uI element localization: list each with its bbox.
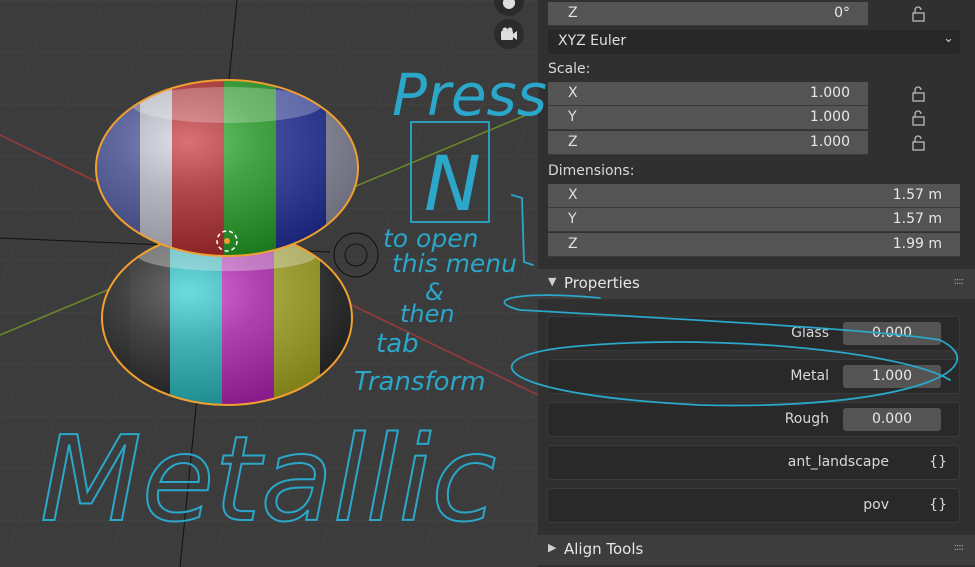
scale-z-field[interactable]: Z 1.000 <box>548 131 868 155</box>
dimension-y-value: 1.57 m <box>892 211 942 227</box>
viewport-scene <box>0 0 538 567</box>
drag-grip-icon[interactable]: :::: <box>954 276 965 287</box>
property-pov[interactable]: pov {} <box>547 488 960 523</box>
expand-arrow-icon: ▶ <box>548 541 557 554</box>
scale-x-value: 1.000 <box>809 85 850 101</box>
dimensions-label: Dimensions: <box>548 163 635 179</box>
dimension-z-field[interactable]: Z 1.99 m <box>548 233 960 257</box>
axis-label: X <box>568 85 578 101</box>
property-rough: Rough 0.000 <box>547 402 960 437</box>
scale-y-value: 1.000 <box>809 109 850 125</box>
axis-label: Z <box>568 5 578 21</box>
lock-icon[interactable] <box>911 135 929 151</box>
dimension-x-value: 1.57 m <box>892 187 942 203</box>
align-tools-panel-header[interactable]: ▶ Align Tools :::: <box>538 535 975 565</box>
axis-label: Z <box>568 236 578 252</box>
chevron-down-icon: ⌄ <box>943 31 954 46</box>
scale-label: Scale: <box>548 61 591 77</box>
property-value: {} <box>929 454 947 470</box>
rotation-z-field[interactable]: Z 0° <box>548 2 868 26</box>
property-label: Metal <box>790 368 829 384</box>
dimension-z-value: 1.99 m <box>892 236 942 252</box>
glass-value-field[interactable]: 0.000 <box>843 322 941 345</box>
toggle-icon: ● <box>502 0 516 11</box>
property-label: Rough <box>784 411 829 427</box>
property-glass: Glass 0.000 <box>547 316 960 351</box>
axis-label: Y <box>568 211 577 227</box>
property-value: {} <box>929 497 947 513</box>
align-tools-title: Align Tools <box>564 540 644 558</box>
scale-x-field[interactable]: X 1.000 <box>548 82 868 106</box>
property-label: ant_landscape <box>787 454 889 470</box>
rotation-z-value: 0° <box>834 5 850 21</box>
collapse-arrow-icon: ▼ <box>548 275 557 288</box>
axis-label: Y <box>568 109 577 125</box>
axis-label: X <box>568 187 578 203</box>
metal-value-field[interactable]: 1.000 <box>843 365 941 388</box>
lock-icon[interactable] <box>911 6 929 22</box>
sidebar-n-panel: Z 0° XYZ Euler ⌄ Scale: X 1.000 Y 1.000 … <box>538 0 975 567</box>
property-label: Glass <box>791 325 829 341</box>
property-ant-landscape[interactable]: ant_landscape {} <box>547 445 960 480</box>
properties-panel-header[interactable]: ▼ Properties :::: <box>538 269 975 299</box>
dimension-x-field[interactable]: X 1.57 m <box>548 184 960 208</box>
scale-z-value: 1.000 <box>809 134 850 150</box>
property-label: pov <box>863 497 889 513</box>
properties-title: Properties <box>564 274 640 292</box>
3d-viewport[interactable]: ● <box>0 0 538 567</box>
lock-icon[interactable] <box>911 110 929 126</box>
property-metal: Metal 1.000 <box>547 359 960 394</box>
dimension-y-field[interactable]: Y 1.57 m <box>548 208 960 232</box>
rotation-mode-value: XYZ Euler <box>558 33 627 49</box>
axis-label: Z <box>568 134 578 150</box>
rough-value-field[interactable]: 0.000 <box>843 408 941 431</box>
drag-grip-icon[interactable]: :::: <box>954 542 965 553</box>
scale-y-field[interactable]: Y 1.000 <box>548 106 868 130</box>
camera-view-button[interactable] <box>494 19 524 49</box>
rotation-mode-select[interactable]: XYZ Euler ⌄ <box>548 30 960 54</box>
camera-icon <box>501 27 517 40</box>
lock-icon[interactable] <box>911 86 929 102</box>
